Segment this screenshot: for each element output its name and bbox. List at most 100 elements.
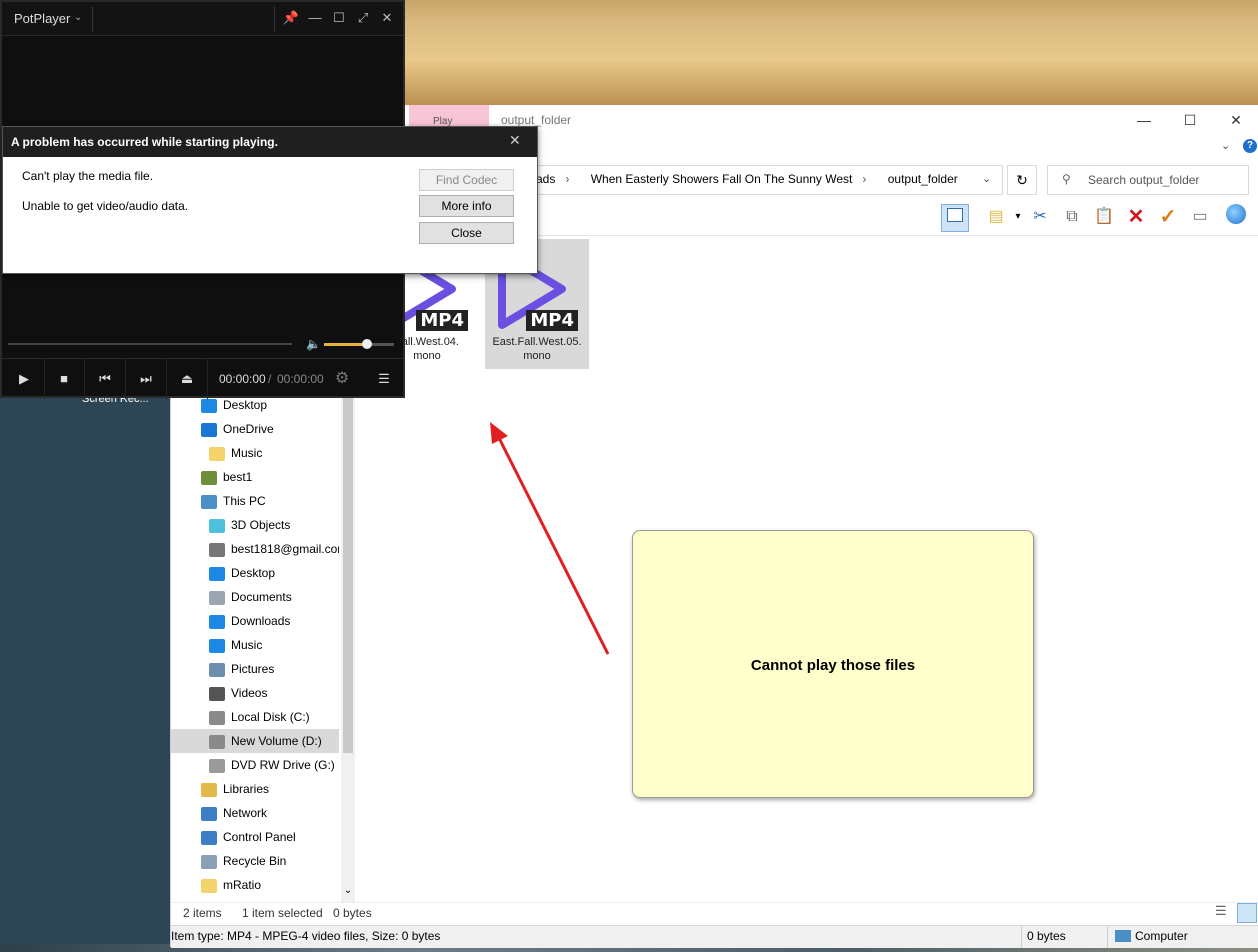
help-icon[interactable]: ?	[1243, 139, 1257, 153]
note-text: Cannot play those files	[750, 657, 916, 674]
breadcrumb-item[interactable]: output_folder	[888, 172, 958, 186]
control-panel-icon	[201, 830, 217, 845]
address-dropdown-icon[interactable]: ⌄	[982, 172, 991, 185]
size-info: 0 bytes	[1027, 929, 1066, 943]
user-icon	[201, 470, 217, 485]
nav-item[interactable]: Downloads	[171, 609, 339, 633]
breadcrumb-item[interactable]: When Easterly Showers Fall On The Sunny …	[591, 172, 853, 186]
chevron-down-icon[interactable]: ⌄	[1221, 139, 1230, 152]
nav-scrollbar-thumb[interactable]	[343, 393, 353, 753]
maximize-button[interactable]: ☐	[328, 10, 350, 28]
close-button[interactable]: ✕	[1213, 105, 1258, 135]
cut-icon[interactable]: ✂	[1027, 204, 1053, 230]
nav-item[interactable]: Libraries	[171, 777, 339, 801]
minimize-button[interactable]: —	[1121, 105, 1167, 135]
nav-item[interactable]: Documents	[171, 585, 339, 609]
nav-item-label: New Volume (D:)	[231, 734, 322, 748]
library-icon	[201, 782, 217, 797]
scroll-down-arrow-icon[interactable]: ⌄	[341, 885, 355, 896]
nav-item[interactable]: Network	[171, 801, 339, 825]
breadcrumb: ads › When Easterly Showers Fall On The S…	[536, 172, 958, 186]
computer-icon	[201, 494, 217, 509]
settings-gear-icon[interactable]: ⚙	[322, 359, 362, 399]
folder-icon	[201, 878, 217, 893]
nav-item[interactable]: New Volume (D:)	[171, 729, 339, 753]
close-button[interactable]: ✕	[376, 10, 398, 28]
document-icon	[209, 590, 225, 605]
maximize-button[interactable]: ☐	[1167, 105, 1213, 135]
delete-icon[interactable]: ✕	[1123, 204, 1149, 230]
globe-icon[interactable]	[1223, 204, 1249, 230]
nav-item-label: Desktop	[231, 566, 276, 580]
menu-icon[interactable]: ☰	[364, 359, 404, 399]
paste-icon[interactable]: 📋	[1091, 204, 1117, 230]
fullscreen-icon[interactable]: ⤢	[352, 10, 374, 28]
rename-icon[interactable]: ▭	[1187, 204, 1213, 230]
mp4-badge: MP4	[416, 310, 468, 331]
next-icon[interactable]: ⏭	[126, 359, 167, 399]
nav-item[interactable]: best1818@gmail.com	[171, 537, 339, 561]
stop-icon[interactable]: ■	[44, 359, 85, 399]
nav-item-label: Local Disk (C:)	[231, 710, 310, 724]
nav-item-label: OneDrive	[223, 422, 274, 436]
find-codec-button[interactable]: Find Codec	[419, 169, 514, 191]
nav-item-label: 3D Objects	[231, 518, 291, 532]
music-icon	[209, 638, 225, 653]
dialog-title: A problem has occurred while starting pl…	[11, 135, 278, 149]
annotation-note: Cannot play those files	[632, 530, 1034, 798]
potplayer-menu[interactable]: PotPlayer	[14, 11, 70, 26]
total-time: 00:00:00	[277, 372, 324, 386]
nav-item[interactable]: DVD RW Drive (G:)	[171, 753, 339, 777]
annotation-arrow	[490, 422, 610, 655]
nav-item-label: best1818@gmail.com	[231, 542, 339, 556]
nav-item[interactable]: Local Disk (C:)	[171, 705, 339, 729]
details-view-icon[interactable]: ☰	[1215, 903, 1233, 921]
chevron-down-icon[interactable]: ⌄	[74, 12, 82, 23]
status-bar: 2 items 1 item selected 0 bytes ☰	[171, 902, 1258, 925]
playback-controls: ▶ ■ ⏮ ⏭ ⏏ 00:00:00 / 00:00:00 ⚙ ☰	[2, 358, 403, 399]
copy-icon[interactable]: ⧉	[1059, 204, 1085, 230]
nav-item-label: DVD RW Drive (G:)	[231, 758, 335, 772]
navigation-pane: Desktop OneDrive Music best1 This PC 3D Objec…	[171, 393, 357, 903]
nav-item[interactable]: Videos	[171, 681, 339, 705]
nav-item[interactable]: Pictures	[171, 657, 339, 681]
pin-icon[interactable]: 📌	[280, 10, 302, 28]
nav-item[interactable]: OneDrive	[171, 417, 339, 441]
nav-item-label: Control Panel	[223, 830, 296, 844]
nav-item[interactable]: Music	[171, 441, 339, 465]
address-bar[interactable]: ads › When Easterly Showers Fall On The S…	[531, 165, 1003, 195]
file-name: East.Fall.West.05. mono	[492, 336, 582, 362]
preview-pane-icon[interactable]	[941, 204, 969, 232]
more-info-button[interactable]: More info	[419, 195, 514, 217]
previous-icon[interactable]: ⏮	[85, 359, 126, 399]
seek-bar[interactable]	[8, 343, 292, 345]
nav-item-label: mRatio	[223, 878, 262, 892]
breadcrumb-item[interactable]: ads	[536, 172, 555, 186]
drive-icon	[209, 710, 225, 725]
status-divider	[1021, 926, 1022, 948]
recycle-bin-icon	[201, 854, 217, 869]
checkmark-icon[interactable]: ✓	[1155, 204, 1181, 230]
close-button[interactable]: Close	[419, 222, 514, 244]
nav-item[interactable]: This PC	[171, 489, 339, 513]
nav-item[interactable]: 3D Objects	[171, 513, 339, 537]
search-input[interactable]: ⚲ Search output_folder	[1047, 165, 1249, 195]
video-icon	[209, 686, 225, 701]
nav-item-label: This PC	[223, 494, 266, 508]
large-icons-view-icon[interactable]	[1237, 903, 1257, 923]
play-icon[interactable]: ▶	[4, 359, 45, 399]
dialog-close-icon[interactable]: ✕	[509, 132, 521, 149]
volume-icon[interactable]: 🔈	[306, 337, 321, 351]
minimize-button[interactable]: —	[304, 10, 326, 28]
nav-item[interactable]: Control Panel	[171, 825, 339, 849]
volume-knob[interactable]	[362, 339, 372, 349]
mp4-badge: MP4	[526, 310, 578, 331]
nav-item-label: Documents	[231, 590, 292, 604]
nav-item[interactable]: best1	[171, 465, 339, 489]
nav-item[interactable]: Desktop	[171, 561, 339, 585]
eject-icon[interactable]: ⏏	[167, 359, 208, 399]
nav-item[interactable]: mRatio	[171, 873, 339, 897]
nav-item[interactable]: Recycle Bin	[171, 849, 339, 873]
nav-item[interactable]: Music	[171, 633, 339, 657]
refresh-button[interactable]: ↻	[1007, 165, 1037, 195]
